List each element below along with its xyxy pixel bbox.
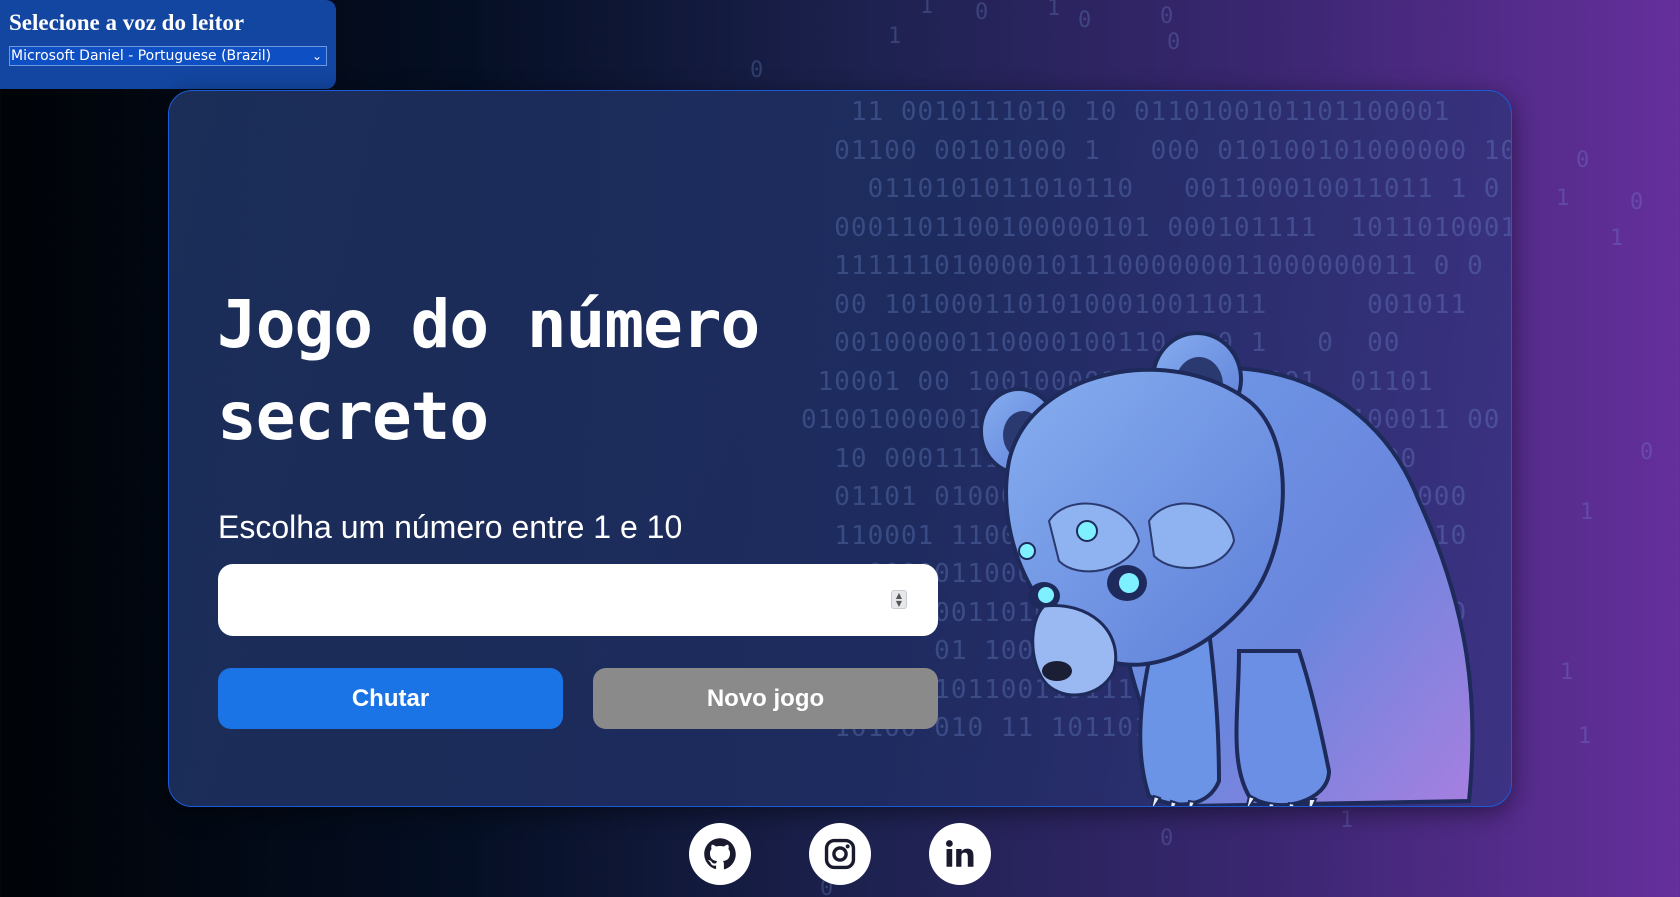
chevron-down-icon: ⌄	[311, 49, 322, 63]
game-card: 11 0010111010 10 0110100101101100001 011…	[168, 90, 1512, 807]
linkedin-icon	[945, 840, 974, 867]
page-title: Jogo do número secreto	[217, 279, 857, 463]
number-input[interactable]: ▲ ▼	[218, 564, 938, 636]
guess-button[interactable]: Chutar	[218, 668, 563, 729]
instruction-text: Escolha um número entre 1 e 10	[218, 509, 683, 545]
instagram-link[interactable]	[809, 823, 871, 885]
title-line-1: Jogo do número	[217, 286, 760, 363]
github-icon	[704, 838, 736, 870]
voice-selected-value: Microsoft Daniel - Portuguese (Brazil)	[11, 48, 272, 64]
voice-label: Selecione a voz do leitor	[9, 10, 245, 35]
voice-select[interactable]: Microsoft Daniel - Portuguese (Brazil) ⌄	[9, 46, 327, 66]
new-game-button[interactable]: Novo jogo	[593, 668, 938, 729]
number-stepper[interactable]: ▲ ▼	[891, 590, 907, 609]
voice-selector-panel: Selecione a voz do leitor Microsoft Dani…	[0, 0, 336, 89]
social-links	[0, 823, 1680, 885]
title-line-2: secreto	[217, 378, 489, 455]
instagram-icon	[824, 838, 856, 870]
linkedin-link[interactable]	[929, 823, 991, 885]
robot-bear-illustration	[979, 331, 1475, 806]
github-link[interactable]	[689, 823, 751, 885]
